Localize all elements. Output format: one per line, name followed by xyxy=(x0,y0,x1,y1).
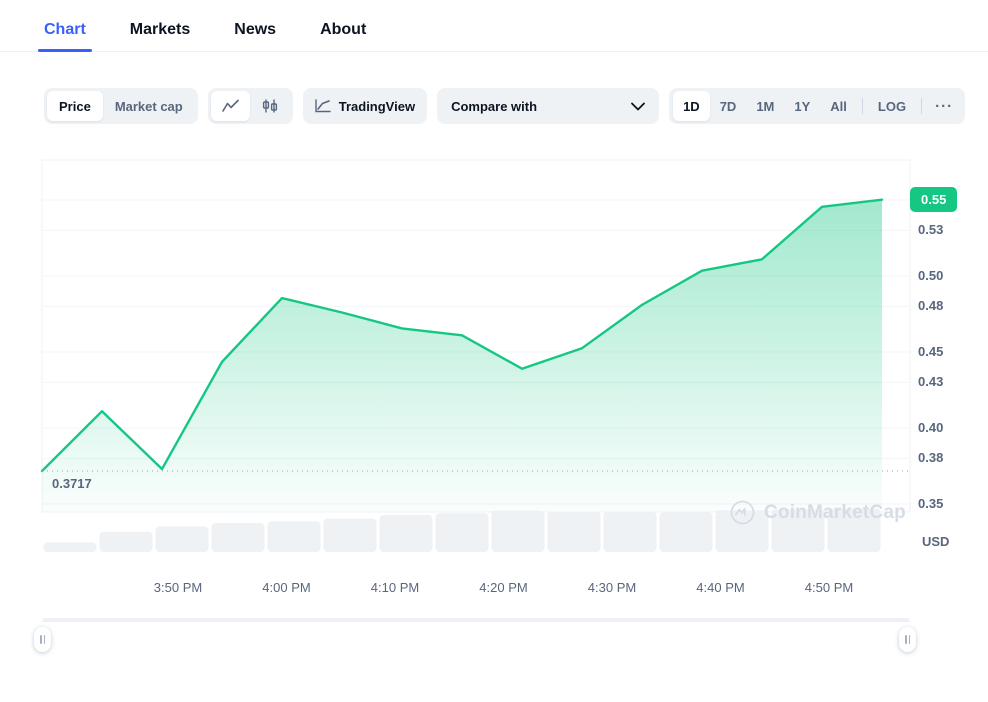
range-all[interactable]: All xyxy=(820,91,857,121)
x-axis-tick: 4:10 PM xyxy=(370,580,420,595)
x-axis-tick: 4:50 PM xyxy=(804,580,854,595)
log-scale-button[interactable]: LOG xyxy=(868,91,916,121)
x-axis-tick: 4:40 PM xyxy=(696,580,745,595)
candlestick-chart-type-button[interactable] xyxy=(250,91,290,121)
chart-area: 0.53 0.50 0.48 0.45 0.43 0.40 0.38 0.35 3:50 PM… xyxy=(0,152,988,652)
x-axis-tick: 4:00 PM xyxy=(262,580,311,595)
line-chart-icon xyxy=(221,99,239,113)
y-axis-tick: 0.53 xyxy=(918,222,944,238)
y-axis-tick: 0.43 xyxy=(918,374,944,390)
candlestick-icon xyxy=(261,99,279,113)
range-1m[interactable]: 1M xyxy=(746,91,784,121)
range-1d[interactable]: 1D xyxy=(673,91,710,121)
tab-chart[interactable]: Chart xyxy=(38,22,92,52)
tab-about[interactable]: About xyxy=(320,22,366,51)
x-axis-tick: 4:20 PM xyxy=(479,580,528,595)
chart-type-toggle xyxy=(207,88,293,124)
x-axis-tick: 4:30 PM xyxy=(587,580,637,595)
line-chart-type-button[interactable] xyxy=(210,91,250,121)
brush-handle-left[interactable] xyxy=(34,627,51,652)
price-toggle[interactable]: Price xyxy=(47,91,103,121)
currency-label: USD xyxy=(922,534,950,549)
chart-toolbar: Price Market cap TradingView Compare wit… xyxy=(44,88,975,124)
tab-bar: Chart Markets News About xyxy=(0,0,988,52)
compare-with-dropdown[interactable]: Compare with xyxy=(437,88,660,124)
tab-news[interactable]: News xyxy=(234,22,276,51)
tradingview-button[interactable]: TradingView xyxy=(302,88,428,124)
y-axis-tick: 0.40 xyxy=(918,420,944,435)
low-price-marker-label: 0.3717 xyxy=(52,476,92,492)
tab-markets[interactable]: Markets xyxy=(130,22,190,51)
y-axis-tick: 0.35 xyxy=(918,496,944,511)
x-axis-tick: 3:50 PM xyxy=(153,580,203,595)
more-options-button[interactable]: ··· xyxy=(927,98,961,115)
current-price-badge: 0.55 xyxy=(910,187,958,212)
divider xyxy=(861,98,863,114)
compare-with-label: Compare with xyxy=(451,98,538,114)
marketcap-toggle[interactable]: Market cap xyxy=(103,91,195,121)
tradingview-icon xyxy=(315,99,331,113)
chevron-down-icon xyxy=(631,102,645,111)
range-7d[interactable]: 7D xyxy=(710,91,747,121)
range-1y[interactable]: 1Y xyxy=(784,91,820,121)
y-axis-tick: 0.48 xyxy=(918,298,944,314)
brush-handle-right[interactable] xyxy=(899,627,916,652)
divider xyxy=(921,98,923,114)
price-chart-svg[interactable] xyxy=(0,152,988,622)
y-axis-tick: 0.50 xyxy=(918,268,944,283)
time-range-group: 1D 7D 1M 1Y All LOG ··· xyxy=(669,88,966,124)
y-axis-tick: 0.38 xyxy=(918,450,944,466)
price-marketcap-toggle: Price Market cap xyxy=(44,88,198,124)
y-axis-tick: 0.45 xyxy=(918,344,944,359)
tradingview-label: TradingView xyxy=(338,98,416,114)
